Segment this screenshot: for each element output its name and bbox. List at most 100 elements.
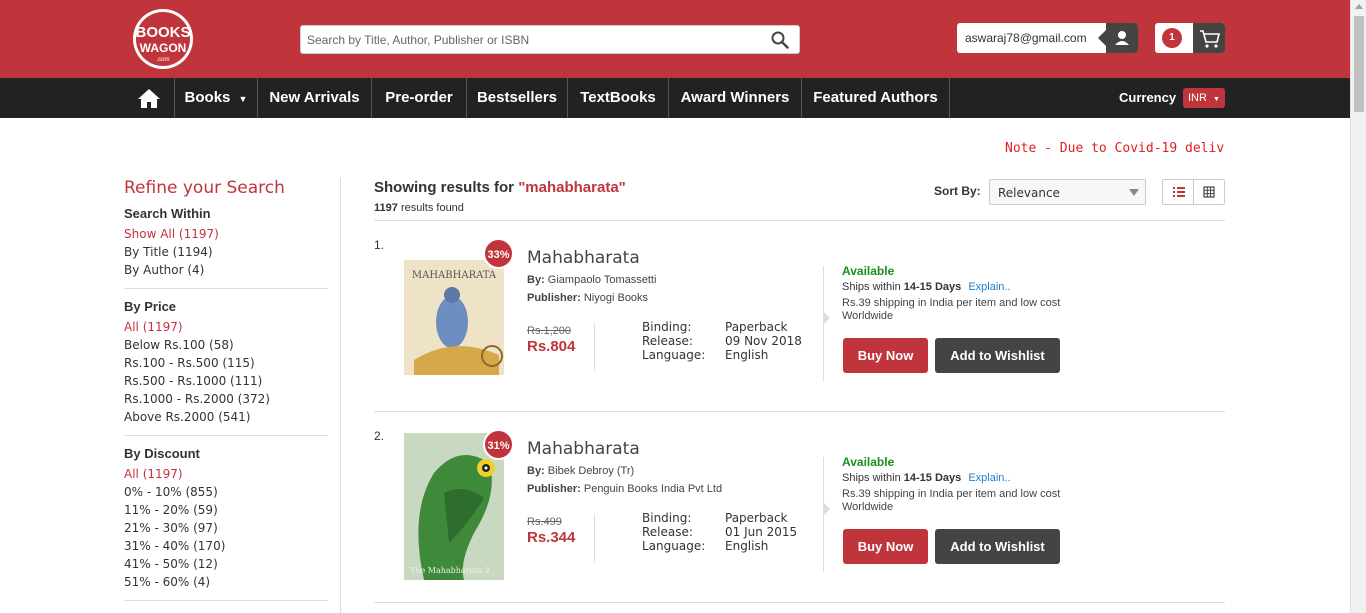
filter-by-price: By Price All (1197) Below Rs.100 (58) Rs…: [124, 299, 328, 436]
logo-text-bottom: WAGON: [140, 41, 187, 55]
author-label: By:: [527, 465, 545, 477]
shipping-time: Ships within 14-15 Days Explain..: [842, 281, 1011, 293]
nav-textbooks[interactable]: TextBooks: [568, 78, 669, 118]
buy-now-button[interactable]: Buy Now: [843, 338, 928, 373]
filter-option[interactable]: 51% - 60% (4): [124, 573, 328, 591]
language-label: Language:: [642, 539, 706, 553]
ships-days: 14-15 Days: [903, 281, 962, 293]
product-title[interactable]: Mahabharata: [527, 248, 640, 268]
caret-down-icon: [1129, 189, 1139, 196]
filter-option[interactable]: Above Rs.2000 (541): [124, 408, 328, 426]
filter-option[interactable]: 0% - 10% (855): [124, 483, 328, 501]
add-to-wishlist-button[interactable]: Add to Wishlist: [935, 338, 1060, 373]
add-to-wishlist-button[interactable]: Add to Wishlist: [935, 529, 1060, 564]
original-price: Rs.1,200: [527, 325, 572, 337]
scrollbar-thumb[interactable]: [1354, 16, 1364, 112]
explain-link[interactable]: Explain..: [968, 281, 1010, 293]
home-icon[interactable]: [137, 89, 161, 113]
results-title: Showing results for "mahabharata": [374, 179, 626, 196]
publisher-label: Publisher:: [527, 292, 581, 304]
sort-select[interactable]: Relevance: [989, 179, 1146, 205]
cart-icon[interactable]: [1193, 23, 1225, 53]
logo-text-sub: .com: [156, 57, 169, 63]
language-label: Language:: [642, 348, 706, 362]
discount-badge: 33%: [483, 238, 514, 269]
publisher-name[interactable]: Penguin Books India Pvt Ltd: [584, 483, 722, 495]
filter-option[interactable]: Rs.1000 - Rs.2000 (372): [124, 390, 328, 408]
cart-count-badge: 1: [1162, 28, 1182, 48]
filter-option[interactable]: All (1197): [124, 318, 328, 336]
author-name[interactable]: Giampaolo Tomassetti: [548, 274, 657, 286]
product-title[interactable]: Mahabharata: [527, 439, 640, 459]
filter-option[interactable]: 41% - 50% (12): [124, 555, 328, 573]
release-value: 01 Jun 2015: [725, 525, 798, 539]
author-label: By:: [527, 274, 545, 286]
nav-bestsellers[interactable]: Bestsellers: [467, 78, 568, 118]
product-number: 2.: [374, 429, 385, 443]
nav-home[interactable]: [124, 78, 175, 118]
nav-pre-order[interactable]: Pre-order: [372, 78, 467, 118]
scroll-up-arrow-icon[interactable]: [1355, 4, 1363, 9]
nav-featured-authors[interactable]: Featured Authors: [802, 78, 950, 118]
product-card: 2. The Mahabharata 2 31% Mahabharata By:…: [374, 429, 1225, 609]
filter-option[interactable]: 11% - 20% (59): [124, 501, 328, 519]
results-count: 1197 results found: [374, 202, 626, 214]
search-input[interactable]: [301, 26, 756, 53]
nav-books-label[interactable]: Books: [185, 89, 231, 106]
results-count-suffix: results found: [400, 202, 464, 214]
filter-option[interactable]: By Author (4): [124, 261, 328, 279]
main-nav: Books ▼ New Arrivals Pre-order Bestselle…: [0, 78, 1350, 118]
currency-value[interactable]: INR: [1188, 92, 1207, 104]
divider: [594, 514, 595, 562]
filter-option[interactable]: Rs.100 - Rs.500 (115): [124, 354, 328, 372]
filter-by-discount: By Discount All (1197) 0% - 10% (855) 11…: [124, 446, 328, 601]
view-toggle: [1162, 179, 1225, 205]
divider: [374, 411, 1225, 412]
account-button[interactable]: aswaraj78@gmail.com: [957, 23, 1138, 53]
release-label: Release:: [642, 525, 693, 539]
product-publisher: Publisher: Niyogi Books: [527, 292, 648, 304]
filter-option[interactable]: Rs.500 - Rs.1000 (111): [124, 372, 328, 390]
filter-option[interactable]: 21% - 30% (97): [124, 519, 328, 537]
binding-value: Paperback: [725, 320, 788, 334]
bookswagon-logo[interactable]: BOOKS WAGON .com: [124, 8, 202, 70]
page-scrollbar[interactable]: [1350, 0, 1366, 613]
divider: [823, 266, 830, 381]
user-icon[interactable]: [1098, 23, 1138, 53]
original-price: Rs.499: [527, 516, 562, 528]
buy-now-button[interactable]: Buy Now: [843, 529, 928, 564]
account-email[interactable]: aswaraj78@gmail.com: [965, 31, 1087, 45]
search-icon[interactable]: [771, 31, 789, 49]
filter-option[interactable]: Show All (1197): [124, 225, 328, 243]
availability-status: Available: [842, 455, 895, 469]
filter-search-within: Search Within Show All (1197) By Title (…: [124, 206, 328, 289]
refine-sidebar: Refine your Search Search Within Show Al…: [124, 178, 328, 611]
sort-value[interactable]: Relevance: [998, 186, 1060, 200]
nav-new-arrivals[interactable]: New Arrivals: [258, 78, 372, 118]
author-name[interactable]: Bibek Debroy (Tr): [548, 465, 634, 477]
cover-title-text: MAHABHARATA: [412, 270, 497, 281]
cart-button[interactable]: 1: [1155, 23, 1225, 53]
release-value: 09 Nov 2018: [725, 334, 802, 348]
list-view-icon[interactable]: [1163, 180, 1194, 204]
cover-title-text: The Mahabharata 2: [410, 566, 490, 575]
filter-option[interactable]: 31% - 40% (170): [124, 537, 328, 555]
filter-heading: By Discount: [124, 446, 200, 461]
discount-badge: 31%: [483, 429, 514, 460]
publisher-name[interactable]: Niyogi Books: [584, 292, 648, 304]
currency-select[interactable]: INR ▼: [1183, 88, 1225, 108]
nav-award-winners[interactable]: Award Winners: [669, 78, 802, 118]
filter-option[interactable]: Below Rs.100 (58): [124, 336, 328, 354]
product-publisher: Publisher: Penguin Books India Pvt Ltd: [527, 483, 722, 495]
nav-books[interactable]: Books ▼: [175, 78, 258, 118]
grid-view-icon[interactable]: [1194, 180, 1225, 204]
results-count-number: 1197: [374, 202, 398, 214]
currency-label: Currency: [1119, 90, 1177, 105]
filter-option[interactable]: All (1197): [124, 465, 328, 483]
book-cover-image[interactable]: MAHABHARATA: [404, 260, 504, 375]
site-header: BOOKS WAGON .com aswaraj78@gmail.com 1: [0, 0, 1350, 78]
sidebar-title: Refine your Search: [124, 178, 285, 198]
filter-option[interactable]: By Title (1194): [124, 243, 328, 261]
language-value: English: [725, 539, 769, 553]
explain-link[interactable]: Explain..: [968, 472, 1010, 484]
